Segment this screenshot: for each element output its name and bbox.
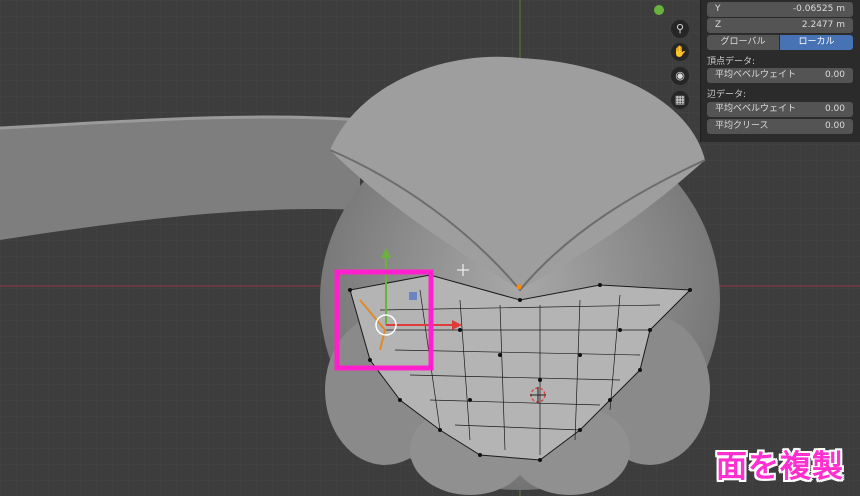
item-properties-panel: Y -0.06525 m Z 2.2477 m グローバル ローカル 頂点データ…	[700, 0, 860, 142]
edge-bevel-weight-field[interactable]: 平均ベベルウェイト 0.00	[707, 102, 853, 117]
local-toggle[interactable]: ローカル	[780, 35, 853, 50]
vertex-data-heading: 頂点データ:	[707, 57, 756, 67]
edge-data-heading: 辺データ:	[707, 90, 747, 100]
grid-icon[interactable]: ▦	[671, 91, 689, 109]
global-toggle[interactable]: グローバル	[707, 35, 779, 50]
edge-crease-field[interactable]: 平均クリース 0.00	[707, 119, 853, 134]
origin-point	[516, 284, 522, 290]
camera-icon[interactable]: ◉	[671, 67, 689, 85]
blender-viewport[interactable]: ⚲ ✋ ◉ ▦ Y -0.06525 m Z 2.2477 m グローバル ロー…	[0, 0, 860, 496]
navigation-gizmo-dot[interactable]	[654, 5, 664, 15]
hand-pan-icon[interactable]: ✋	[671, 43, 689, 61]
y-field[interactable]: Y -0.06525 m	[707, 2, 853, 17]
caption-duplicate-faces: 面を複製	[716, 449, 844, 485]
zoom-icon[interactable]: ⚲	[671, 20, 689, 38]
z-field[interactable]: Z 2.2477 m	[707, 18, 853, 33]
vertex-bevel-weight-field[interactable]: 平均ベベルウェイト 0.00	[707, 68, 853, 83]
